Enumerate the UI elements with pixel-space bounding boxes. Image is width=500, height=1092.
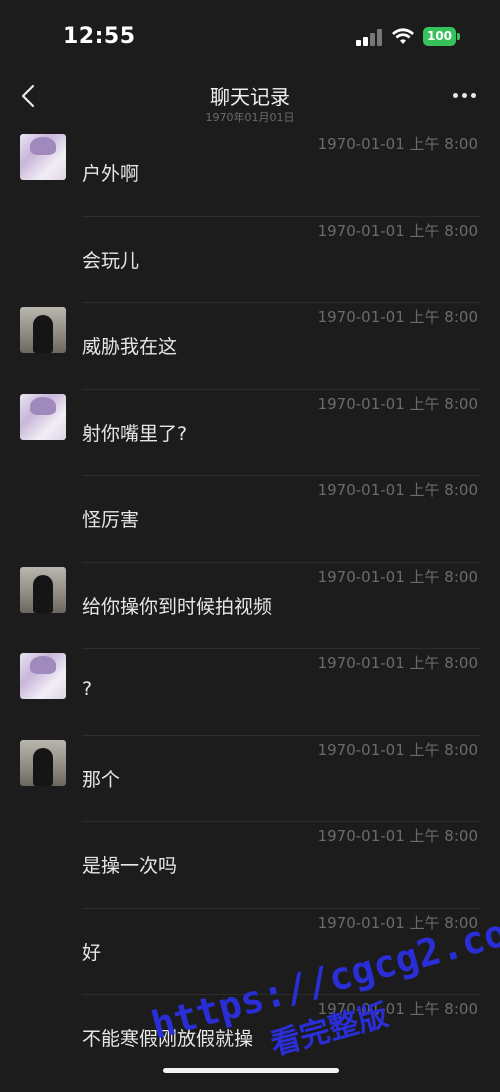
message-text: 那个 (82, 768, 121, 791)
avatar[interactable] (20, 566, 66, 613)
message-timestamp: 1970-01-01 上午 8:00 (317, 654, 478, 672)
message-timestamp: 1970-01-01 上午 8:00 (317, 827, 478, 845)
avatar[interactable] (20, 739, 66, 786)
message-text: 会玩儿 (82, 249, 140, 272)
message-timestamp: 1970-01-01 上午 8:00 (317, 135, 478, 153)
message-text: 不能寒假刚放假就操 (82, 1028, 254, 1050)
battery-icon: 100 (423, 27, 456, 46)
message-timestamp: 1970-01-01 上午 8:00 (317, 1000, 478, 1018)
message-row[interactable]: 1970-01-01 上午 8:00 射你嘴里了? (0, 390, 500, 476)
page-title: 聊天记录 (210, 85, 290, 109)
avatar[interactable] (20, 134, 66, 180)
message-timestamp: 1970-01-01 上午 8:00 (317, 221, 478, 240)
page-subtitle-date: 1970年01月01日 (205, 111, 295, 124)
message-timestamp: 1970-01-01 上午 8:00 (317, 308, 478, 326)
message-timestamp: 1970-01-01 上午 8:00 (317, 481, 478, 499)
avatar[interactable] (20, 307, 66, 353)
status-bar: 12:55 100 (0, 0, 500, 75)
home-indicator[interactable] (163, 1068, 339, 1073)
message-row[interactable]: 1970-01-01 上午 8:00 ? (0, 649, 500, 736)
message-text: 威胁我在这 (82, 336, 178, 358)
message-text: 好 (82, 941, 102, 964)
status-time: 12:55 (63, 24, 136, 49)
message-timestamp: 1970-01-01 上午 8:00 (317, 394, 478, 413)
message-text: 怪厉害 (82, 509, 140, 531)
battery-cap (457, 33, 460, 40)
message-text: 是操一次吗 (82, 855, 178, 877)
message-row[interactable]: 1970-01-01 上午 8:00 怪厉害 (0, 476, 500, 563)
message-timestamp: 1970-01-01 上午 8:00 (317, 913, 478, 932)
nav-bar: 聊天记录 1970年01月01日 (0, 75, 500, 130)
message-timestamp: 1970-01-01 上午 8:00 (317, 740, 478, 759)
avatar[interactable] (20, 653, 66, 699)
message-row[interactable]: 1970-01-01 上午 8:00 会玩儿 (0, 217, 500, 303)
message-row[interactable]: 1970-01-01 上午 8:00 户外啊 (0, 130, 500, 217)
message-text: 户外啊 (82, 163, 140, 185)
cellular-signal-icon (356, 29, 384, 46)
message-row[interactable]: 1970-01-01 上午 8:00 威胁我在这 (0, 303, 500, 390)
message-row[interactable]: 1970-01-01 上午 8:00 好 (0, 909, 500, 995)
message-row[interactable]: 1970-01-01 上午 8:00 那个 (0, 736, 500, 822)
wifi-icon (392, 28, 414, 44)
message-timestamp: 1970-01-01 上午 8:00 (317, 567, 478, 586)
message-row[interactable]: 1970-01-01 上午 8:00 是操一次吗 (0, 822, 500, 909)
message-text: 给你操你到时候拍视频 (82, 595, 273, 618)
message-text: 射你嘴里了? (82, 422, 188, 445)
more-options-icon[interactable] (448, 85, 480, 105)
message-text: ? (82, 678, 93, 700)
message-row[interactable]: 1970-01-01 上午 8:00 给你操你到时候拍视频 (0, 563, 500, 649)
chat-history-list: 1970-01-01 上午 8:00 户外啊 1970-01-01 上午 8:0… (0, 130, 500, 1082)
avatar[interactable] (20, 393, 66, 440)
